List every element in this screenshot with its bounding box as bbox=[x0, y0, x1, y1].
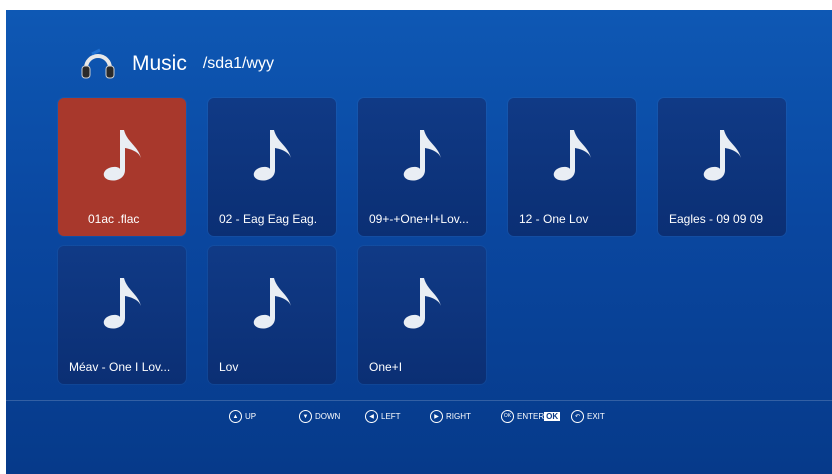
hint-enter-label: ENTER bbox=[517, 412, 545, 421]
music-note-icon bbox=[403, 130, 441, 181]
hint-left-label: LEFT bbox=[381, 412, 401, 421]
hint-exit: ↶ EXIT bbox=[571, 410, 605, 423]
file-name: 02 - Eag Eag Eag. bbox=[219, 212, 318, 226]
file-tile[interactable]: 12 - One Lov bbox=[508, 98, 636, 236]
hint-ok-badge: OK bbox=[544, 412, 561, 421]
music-browser-screen: Music /sda1/wyy 01ac .flac 02 - Eag Eag … bbox=[6, 10, 832, 474]
file-name: Lov bbox=[219, 360, 239, 374]
headphones-icon bbox=[81, 48, 115, 79]
hint-up-label: UP bbox=[245, 412, 257, 421]
footer-divider bbox=[6, 400, 832, 401]
file-tile[interactable]: Eagles - 09 09 09 bbox=[658, 98, 786, 236]
exit-icon: ↶ bbox=[571, 410, 584, 423]
music-note-icon bbox=[553, 130, 591, 181]
page-title: Music bbox=[132, 52, 187, 75]
hint-down-label: DOWN bbox=[315, 412, 341, 421]
hint-enter: OK ENTER OK bbox=[501, 410, 561, 423]
file-name: 12 - One Lov bbox=[519, 212, 589, 226]
file-tile[interactable]: Méav - One I Lov... bbox=[58, 246, 186, 384]
file-name: Méav - One I Lov... bbox=[69, 360, 171, 374]
hint-left: ◀ LEFT bbox=[365, 410, 401, 423]
file-tile[interactable]: One+I bbox=[358, 246, 486, 384]
music-note-icon bbox=[703, 130, 741, 181]
hint-up: ▲ UP bbox=[229, 410, 256, 423]
music-note-icon bbox=[253, 130, 291, 181]
file-tile[interactable]: 09+-+One+I+Lov... bbox=[358, 98, 486, 236]
file-name: One+I bbox=[369, 360, 403, 374]
hint-right: ▶ RIGHT bbox=[430, 410, 471, 423]
music-note-icon bbox=[103, 278, 141, 329]
file-name: 01ac .flac bbox=[88, 212, 140, 226]
file-tile[interactable]: 01ac .flac bbox=[58, 98, 186, 236]
file-tile[interactable]: Lov bbox=[208, 246, 336, 384]
file-name: Eagles - 09 09 09 bbox=[669, 212, 764, 226]
up-arrow-icon: ▲ bbox=[229, 410, 242, 423]
hint-down: ▼ DOWN bbox=[299, 410, 340, 423]
left-arrow-icon: ◀ bbox=[365, 410, 378, 423]
right-arrow-icon: ▶ bbox=[430, 410, 443, 423]
down-arrow-icon: ▼ bbox=[299, 410, 312, 423]
file-name: 09+-+One+I+Lov... bbox=[369, 212, 469, 226]
remote-key-hints: ▲ UP ▼ DOWN ◀ LEFT ▶ RIGHT OK ENTER OK ↶… bbox=[6, 410, 832, 428]
header: Music /sda1/wyy bbox=[78, 44, 274, 84]
ok-button-icon: OK bbox=[501, 410, 514, 423]
hint-exit-label: EXIT bbox=[587, 412, 605, 421]
music-note-icon bbox=[253, 278, 291, 329]
current-path: /sda1/wyy bbox=[202, 55, 274, 72]
file-tile[interactable]: 02 - Eag Eag Eag. bbox=[208, 98, 336, 236]
music-note-icon bbox=[103, 130, 141, 181]
hint-right-label: RIGHT bbox=[446, 412, 471, 421]
music-note-icon bbox=[403, 278, 441, 329]
